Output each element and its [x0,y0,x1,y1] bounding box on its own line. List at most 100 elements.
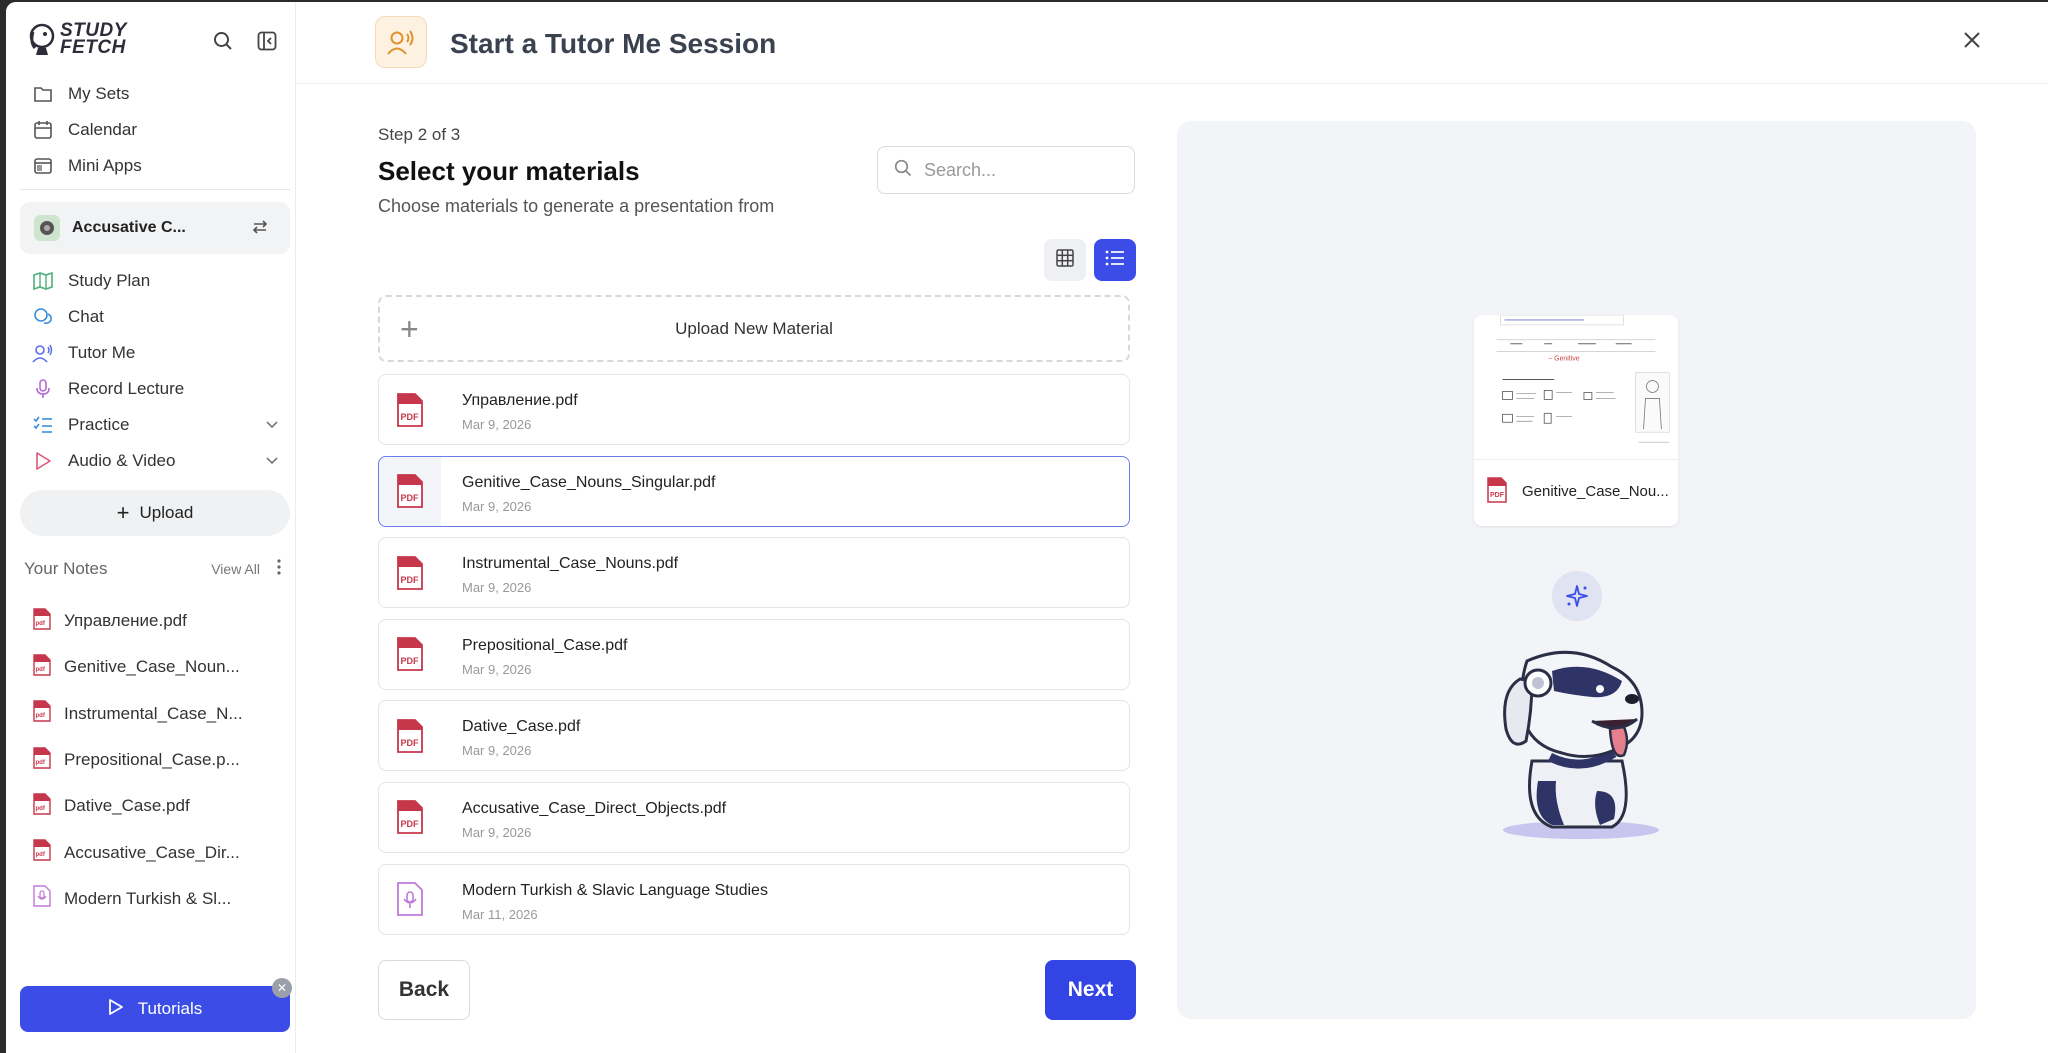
material-name: Prepositional_Case.pdf [462,636,628,654]
your-notes-title: Your Notes [24,559,108,578]
list-view-toggle[interactable] [1094,239,1136,281]
sidebar-item-practice[interactable]: Practice [20,407,290,443]
chevron-down-icon[interactable] [264,416,280,437]
tutorials-button[interactable]: Tutorials [20,986,290,1032]
view-all-link[interactable]: View All [211,561,260,577]
app-window: STUDY FETCH My Sets Calendar Mini Apps A… [6,2,2048,1053]
more-options-icon[interactable] [276,558,282,581]
back-button[interactable]: Back [378,960,470,1020]
material-name: Modern Turkish & Slavic Language Studies [462,881,768,899]
material-name: Управление.pdf [462,392,578,409]
svg-text:pdf: pdf [36,852,46,858]
document-thumbnail: − Genitive [1474,315,1678,460]
studyfetch-logo[interactable]: STUDY FETCH [28,20,127,58]
list-icon [1105,250,1125,271]
tutor-icon [32,342,54,364]
note-item-label: Prepositional_Case.p... [64,750,240,770]
svg-text:PDF: PDF [400,493,419,503]
dog-mascot-illustration [1503,650,1659,839]
note-item[interactable]: pdf Accusative_Case_Dir... [20,829,290,875]
swap-icon[interactable] [250,217,270,242]
note-item[interactable]: pdf Prepositional_Case.p... [20,737,290,783]
sidebar-item-study-plan[interactable]: Study Plan [20,263,290,299]
note-item[interactable]: pdf Dative_Case.pdf [20,783,290,829]
brand-wordmark: STUDY FETCH [60,20,127,58]
pdf-file-icon: PDF [379,701,441,770]
map-icon [32,270,54,292]
upload-new-material-button[interactable]: + Upload New Material [378,295,1130,362]
grid-view-toggle[interactable] [1044,239,1086,281]
current-set-switcher[interactable]: Accusative C... [20,202,290,254]
pdf-file-icon: PDF [379,783,441,852]
material-card[interactable]: PDF Управление.pdf Mar 9, 2026 [378,374,1130,445]
sparkle-icon [1552,571,1602,621]
sidebar-item-mini-apps[interactable]: Mini Apps [20,148,290,184]
sidebar-item-label: Chat [68,307,104,326]
pdf-file-icon: pdf [32,793,52,820]
tutor-icon [375,16,427,68]
section-title: Select your materials [378,156,640,186]
step-indicator: Step 2 of 3 [378,125,461,144]
dismiss-tutorials-icon[interactable]: ✕ [272,978,292,998]
grid-icon [1056,248,1074,272]
materials-list: PDF Управление.pdf Mar 9, 2026 PDF Genitive_… [378,374,1130,945]
search-input[interactable] [924,159,1124,181]
pdf-file-icon: PDF [379,456,441,526]
material-card[interactable]: Modern Turkish & Slavic Language Studies… [378,863,1130,935]
material-name: Accusative_Case_Direct_Objects.pdf [462,799,727,817]
search-icon[interactable] [212,30,234,52]
sidebar-item-label: Study Plan [68,271,151,290]
sidebar-item-label: My Sets [68,84,130,103]
selected-material-preview[interactable]: − Genitive PDF Genitive_Case_Nou... [1474,315,1678,526]
pdf-file-icon: pdf [32,700,52,727]
pdf-file-icon: PDF [379,620,441,689]
modal-header: Start a Tutor Me Session [297,2,2048,84]
play-icon [108,998,124,1021]
material-name: Genitive_Case_Nouns_Singular.pdf [462,473,716,491]
pdf-file-icon: pdf [32,654,52,681]
dog-logo-icon [29,23,55,55]
pdf-file-icon: pdf [32,839,52,866]
material-card[interactable]: PDF Dative_Case.pdf Mar 9, 2026 [378,700,1130,772]
upload-button[interactable]: + Upload [20,490,290,536]
sidebar-item-audio-video[interactable]: Audio & Video [20,443,290,479]
plus-icon: + [400,311,419,347]
chevron-down-icon[interactable] [264,452,280,473]
note-item[interactable]: pdf Instrumental_Case_N... [20,691,290,737]
sidebar-item-my-sets[interactable]: My Sets [20,76,290,112]
close-icon[interactable] [1962,30,1982,55]
material-card[interactable]: PDF Instrumental_Case_Nouns.pdf Mar 9, 202… [378,537,1130,609]
notes-list: pdf Управление.pdf pdf Genitive_Case_Noun..… [20,598,290,922]
material-card[interactable]: PDF Genitive_Case_Nouns_Singular.pdf Mar 9… [378,455,1130,527]
material-card[interactable]: PDF Prepositional_Case.pdf Mar 9, 2026 [378,618,1130,690]
preview-file-name: Genitive_Case_Nou... [1522,483,1669,500]
folder-icon [32,83,54,105]
svg-text:PDF: PDF [400,575,419,585]
material-date: Mar 9, 2026 [462,417,532,432]
search-box[interactable] [877,146,1135,194]
your-notes-header: Your Notes View All [24,558,286,580]
note-item[interactable]: Modern Turkish & Sl... [20,876,290,922]
material-name: Instrumental_Case_Nouns.pdf [462,555,679,573]
set-avatar [34,215,60,241]
collapse-sidebar-icon[interactable] [256,30,278,52]
svg-text:pdf: pdf [36,806,46,812]
next-button[interactable]: Next [1045,960,1136,1020]
plus-icon: + [116,500,130,525]
pdf-file-icon: PDF [379,538,441,607]
sidebar-item-chat[interactable]: Chat [20,299,290,335]
note-item[interactable]: pdf Genitive_Case_Noun... [20,644,290,690]
sidebar-item-record-lecture[interactable]: Record Lecture [20,371,290,407]
material-card[interactable]: PDF Accusative_Case_Direct_Objects.pdf Mar… [378,781,1130,853]
sidebar-item-tutor-me[interactable]: Tutor Me [20,335,290,371]
note-item[interactable]: pdf Управление.pdf [20,598,290,644]
pdf-file-icon: pdf [32,746,52,774]
sidebar-nav-top: My Sets Calendar Mini Apps [20,76,290,184]
pdf-file-icon: pdf [32,607,52,635]
material-date: Mar 9, 2026 [462,824,532,840]
svg-text:pdf: pdf [36,621,46,627]
svg-text:PDF: PDF [1490,492,1505,499]
note-item-label: Modern Turkish & Sl... [64,888,232,908]
preview-panel: − Genitive PDF Genitive_Case_Nou... [1177,121,1976,1019]
sidebar-item-calendar[interactable]: Calendar [20,112,290,148]
